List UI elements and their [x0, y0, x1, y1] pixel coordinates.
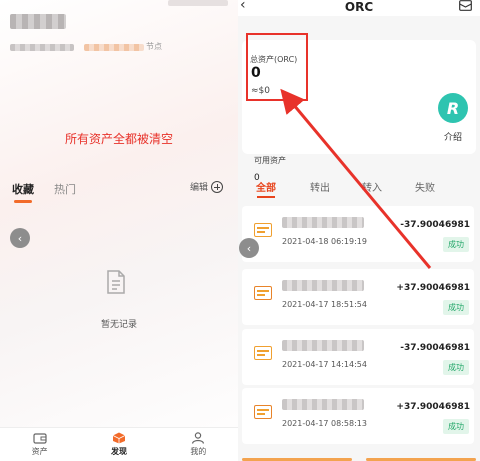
- annotation-highlight-box: [246, 33, 308, 101]
- edit-label: 编辑: [190, 183, 209, 193]
- floating-back-button[interactable]: ‹: [10, 228, 30, 248]
- transaction-amount: +37.90046981: [396, 402, 470, 412]
- nav-profile[interactable]: 我的: [159, 428, 238, 461]
- node-tag: 节点: [146, 42, 162, 51]
- document-icon: [107, 270, 125, 294]
- transaction-amount: +37.90046981: [396, 283, 470, 293]
- transaction-tabs: 全部 转出 转入 失败: [238, 170, 480, 200]
- redacted-address: [282, 280, 364, 291]
- coin-logo-letter: R: [446, 98, 460, 118]
- tab-transfer-in[interactable]: 转入: [362, 179, 382, 194]
- chevron-left-icon: ‹: [17, 231, 23, 245]
- page-title: ORC: [344, 0, 374, 14]
- tab-all[interactable]: 全部: [256, 179, 276, 198]
- redacted-node: [84, 44, 144, 51]
- tab-favorites[interactable]: 收藏: [12, 181, 34, 203]
- redacted-address: [10, 44, 74, 51]
- tab-failed[interactable]: 失败: [415, 179, 435, 194]
- favorites-tabs: 收藏 热门: [12, 181, 76, 203]
- transaction-amount: -37.90046981: [400, 220, 470, 230]
- bottom-nav: 资产 发现 我的: [0, 427, 238, 461]
- transaction-date: 2021-04-17 18:51:54: [282, 300, 367, 309]
- transaction-row[interactable]: 2021-04-17 18:51:54 +37.90046981 成功: [242, 269, 474, 325]
- wallet-icon: [33, 433, 47, 444]
- empty-state-text: 暂无记录: [100, 320, 137, 330]
- available-asset-label: 可用资产: [254, 156, 286, 165]
- transaction-date: 2021-04-17 14:14:54: [282, 360, 367, 369]
- redacted-address: [282, 399, 364, 410]
- cleared-message: 所有资产全都被清空: [64, 132, 173, 146]
- redacted-address: [282, 340, 364, 351]
- tab-transfer-out[interactable]: 转出: [310, 179, 330, 194]
- orc-token-screen: ‹ ORC 总资产(ORC) 0 ≈$0 R 介绍 可用资产 0 全部 转出 转…: [238, 0, 480, 461]
- transfer-out-icon: [254, 346, 272, 360]
- nav-assets-label: 资产: [31, 447, 48, 456]
- discover-screen: 节点 所有资产全都被清空 收藏 热门 编辑 ‹ 暂无记录 资产 发现 我的: [0, 0, 238, 461]
- redacted-address: [282, 217, 364, 228]
- status-badge: 成功: [443, 237, 469, 252]
- tab-popular[interactable]: 热门: [54, 181, 76, 203]
- status-badge: 成功: [443, 300, 469, 315]
- transaction-row[interactable]: 2021-04-18 06:19:19 -37.90046981 成功: [242, 206, 474, 262]
- plus-circle-icon: [211, 180, 224, 193]
- edit-button[interactable]: 编辑: [190, 180, 224, 193]
- nav-discover[interactable]: 发现: [79, 428, 158, 461]
- status-badge: 成功: [443, 360, 469, 375]
- transfer-in-icon: [254, 405, 272, 419]
- orc-coin-logo[interactable]: R: [438, 93, 468, 123]
- nav-discover-label: 发现: [110, 447, 127, 456]
- transaction-row[interactable]: 2021-04-17 08:58:13 +37.90046981 成功: [242, 388, 474, 444]
- nav-profile-label: 我的: [190, 447, 207, 456]
- transaction-amount: -37.90046981: [400, 343, 470, 353]
- transfer-out-icon: [254, 223, 272, 237]
- transfer-in-icon: [254, 286, 272, 300]
- floating-back-button[interactable]: ‹: [239, 238, 259, 258]
- nav-assets[interactable]: 资产: [0, 428, 79, 461]
- transaction-date: 2021-04-17 08:58:13: [282, 419, 367, 428]
- header: ‹ ORC: [238, 0, 480, 16]
- user-icon: [192, 432, 205, 444]
- redacted-wallet-name: [10, 14, 66, 29]
- status-bar: [168, 0, 228, 6]
- status-badge: 成功: [443, 419, 469, 434]
- cube-icon: [112, 432, 126, 444]
- transaction-date: 2021-04-18 06:19:19: [282, 237, 367, 246]
- mail-icon[interactable]: [459, 0, 472, 11]
- transaction-row[interactable]: 2021-04-17 14:14:54 -37.90046981 成功: [242, 329, 474, 385]
- chevron-left-icon: ‹: [246, 241, 252, 255]
- intro-link[interactable]: 介绍: [438, 130, 468, 143]
